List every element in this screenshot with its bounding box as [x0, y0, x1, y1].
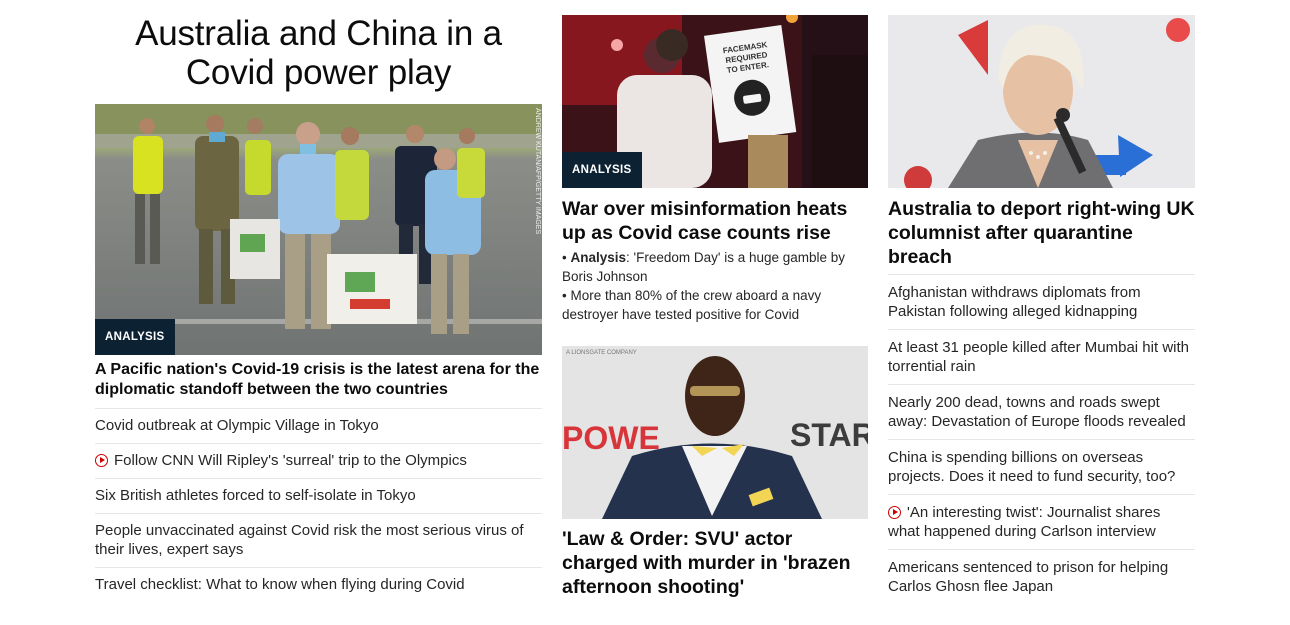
columnist-image[interactable] — [888, 15, 1195, 188]
story-link[interactable]: Covid outbreak at Olympic Village in Tok… — [95, 417, 379, 434]
misinformation-related: • Analysis: 'Freedom Day' is a huge gamb… — [562, 248, 868, 324]
lead-headline[interactable]: Australia and China in a Covid power pla… — [95, 14, 542, 92]
story-link[interactable]: Travel checklist: What to know when flyi… — [95, 576, 465, 593]
story-link[interactable]: 'An interesting twist': Journalist share… — [888, 504, 1160, 540]
misinformation-headline[interactable]: War over misinformation heats up as Covi… — [562, 197, 868, 245]
photo-credit: ANDREW KUTAN/AFP/GETTY IMAGES — [534, 108, 541, 234]
lead-story-column: Australia and China in a Covid power pla… — [95, 0, 542, 593]
list-item[interactable]: Covid outbreak at Olympic Village in Tok… — [95, 408, 542, 443]
list-item[interactable]: Afghanistan withdraws diplomats from Pak… — [888, 274, 1195, 329]
play-video-icon — [95, 454, 108, 467]
list-item[interactable]: Americans sentenced to prison for helpin… — [888, 549, 1195, 604]
columnist-photo — [888, 15, 1195, 188]
actor-photo: POWE STAR A LIONSGATE COMPANY — [562, 346, 868, 519]
svg-text:A LIONSGATE COMPANY: A LIONSGATE COMPANY — [566, 350, 637, 356]
story-link[interactable]: Nearly 200 dead, towns and roads swept a… — [888, 394, 1186, 430]
story-link[interactable]: Six British athletes forced to self-isol… — [95, 487, 416, 504]
story-link[interactable]: Afghanistan withdraws diplomats from Pak… — [888, 284, 1141, 320]
related-link[interactable]: • More than 80% of the crew aboard a nav… — [562, 286, 868, 324]
svu-actor-image[interactable]: POWE STAR A LIONSGATE COMPANY — [562, 346, 868, 519]
story-link[interactable]: Follow CNN Will Ripley's 'surreal' trip … — [114, 452, 467, 469]
svg-text:POWE: POWE — [562, 420, 660, 456]
list-item[interactable]: People unvaccinated against Covid risk t… — [95, 513, 542, 567]
list-item[interactable]: Nearly 200 dead, towns and roads swept a… — [888, 384, 1195, 439]
list-item[interactable]: Travel checklist: What to know when flyi… — [95, 567, 542, 602]
story-link[interactable]: China is spending billions on overseas p… — [888, 449, 1175, 485]
lead-related-stories: Covid outbreak at Olympic Village in Tok… — [95, 408, 542, 602]
list-item[interactable]: China is spending billions on overseas p… — [888, 439, 1195, 494]
svu-actor-headline[interactable]: 'Law & Order: SVU' actor charged with mu… — [562, 527, 868, 599]
facemask-story-image[interactable]: FACEMASK REQUIRED TO ENTER. ANALYSIS — [562, 15, 868, 188]
play-video-icon — [888, 506, 901, 519]
analysis-badge: ANALYSIS — [95, 319, 175, 355]
columnist-headline[interactable]: Australia to deport right-wing UK column… — [888, 197, 1195, 269]
list-item[interactable]: Six British athletes forced to self-isol… — [95, 478, 542, 513]
related-link[interactable]: • Analysis: 'Freedom Day' is a huge gamb… — [562, 248, 868, 286]
right-related-stories: Afghanistan withdraws diplomats from Pak… — [888, 274, 1195, 604]
lead-story-image[interactable]: ANDREW KUTAN/AFP/GETTY IMAGES ANALYSIS — [95, 104, 542, 355]
analysis-badge: ANALYSIS — [562, 152, 642, 188]
story-link[interactable]: Americans sentenced to prison for helpin… — [888, 559, 1168, 595]
svg-text:STAR: STAR — [790, 417, 868, 453]
lead-story-caption[interactable]: A Pacific nation's Covid-19 crisis is th… — [95, 360, 542, 400]
list-item[interactable]: Follow CNN Will Ripley's 'surreal' trip … — [95, 443, 542, 478]
list-item[interactable]: 'An interesting twist': Journalist share… — [888, 494, 1195, 549]
story-link[interactable]: People unvaccinated against Covid risk t… — [95, 522, 524, 558]
story-link[interactable]: At least 31 people killed after Mumbai h… — [888, 339, 1189, 375]
list-item[interactable]: At least 31 people killed after Mumbai h… — [888, 329, 1195, 384]
airport-workers-photo: ANDREW KUTAN/AFP/GETTY IMAGES — [95, 104, 542, 355]
